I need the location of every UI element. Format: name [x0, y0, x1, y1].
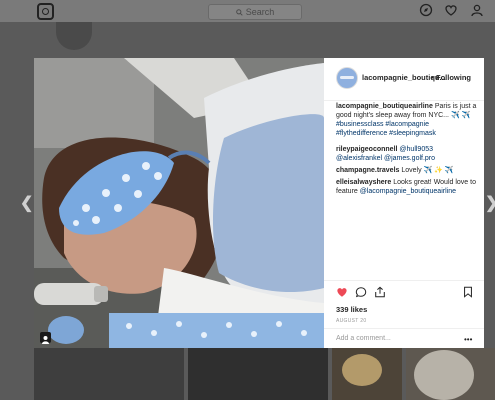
compass-icon[interactable]	[419, 3, 433, 17]
post-actions: 339 likes AUGUST 20 Add a comment... •••	[324, 280, 484, 349]
search-placeholder: Search	[245, 7, 275, 17]
comment-username[interactable]: champagne.travels	[336, 167, 399, 174]
caption: lacompagnie_boutiqueairline Paris is jus…	[336, 102, 478, 138]
separator-dot: •	[431, 73, 434, 82]
comment-mention[interactable]: @hull9053	[399, 146, 433, 153]
thumbnail-dish	[342, 354, 382, 386]
post-modal: lacompagnie_boutiqu... • Following lacom…	[34, 58, 484, 348]
bookmark-icon[interactable]	[462, 286, 474, 298]
photo-image	[34, 58, 324, 348]
top-nav-bar: Search	[0, 0, 495, 22]
background-thumbnail[interactable]	[406, 348, 495, 400]
comment-icon[interactable]	[355, 286, 367, 298]
avatar[interactable]	[336, 67, 358, 89]
more-options-icon[interactable]: •••	[464, 335, 472, 344]
heart-icon[interactable]	[444, 3, 458, 17]
comment-input[interactable]: Add a comment...	[336, 335, 391, 342]
post-photo	[34, 58, 324, 348]
background-post-avatar	[56, 22, 92, 50]
instagram-icon[interactable]	[37, 3, 54, 20]
comment-username[interactable]: rileypaigeoconnell	[336, 146, 397, 153]
search-input[interactable]: Search	[208, 4, 302, 20]
person-icon[interactable]	[470, 3, 484, 17]
background-thumbnail[interactable]	[188, 348, 328, 400]
post-date: AUGUST 20	[336, 318, 367, 324]
comments-list: lacompagnie_boutiqueairline Paris is jus…	[336, 102, 478, 199]
caption-hashtags[interactable]: #businessclass #lacompagnie #flythediffe…	[336, 121, 436, 137]
caption-username[interactable]: lacompagnie_boutiqueairline	[336, 103, 433, 110]
post-header: lacompagnie_boutiqu... • Following	[324, 58, 484, 101]
heart-icon[interactable]	[336, 286, 348, 298]
background-thumbnail[interactable]	[34, 348, 184, 400]
list-item: rileypaigeoconnell @hull9053 @alexisfran…	[336, 145, 478, 163]
search-icon	[235, 8, 243, 16]
share-icon[interactable]	[374, 286, 386, 298]
list-item: elleisalwayshere Looks great! Would love…	[336, 178, 478, 196]
comment-username[interactable]: elleisalwayshere	[336, 179, 391, 186]
post-side-panel: lacompagnie_boutiqu... • Following lacom…	[324, 58, 484, 348]
thumbnail-plate	[414, 350, 474, 400]
following-button[interactable]: Following	[436, 73, 471, 82]
comment-mention[interactable]: @alexisfrankel @james.golf.pro	[336, 155, 435, 162]
add-comment-field[interactable]: Add a comment... •••	[324, 328, 484, 350]
background-thumbnail[interactable]	[332, 348, 402, 400]
list-item: champagne.travels Lovely ✈️ ✨ ✈️	[336, 166, 478, 175]
user-tag-icon[interactable]	[40, 332, 51, 344]
comment-mention[interactable]: @lacompagnie_boutiqueairline	[360, 188, 456, 195]
comment-text: Lovely ✈️ ✨ ✈️	[401, 167, 454, 174]
chevron-left-icon[interactable]: ❮	[20, 193, 33, 213]
chevron-right-icon[interactable]: ❯	[485, 193, 495, 213]
likes-count[interactable]: 339 likes	[336, 305, 367, 314]
